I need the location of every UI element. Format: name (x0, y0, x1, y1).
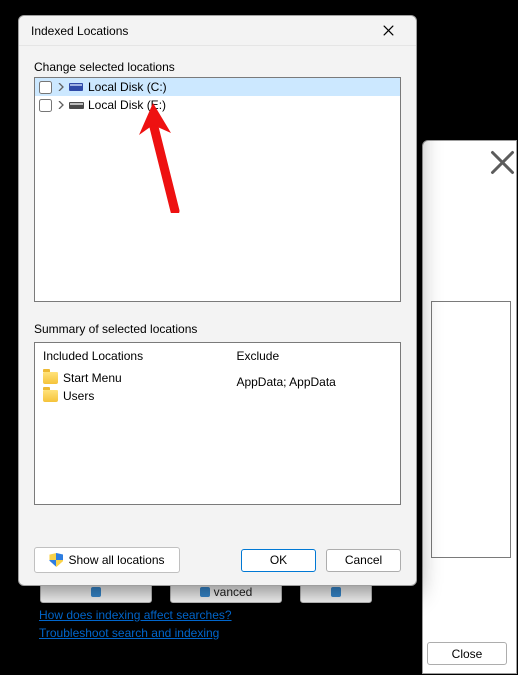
close-icon[interactable] (368, 17, 408, 45)
tree-label-c: Local Disk (C:) (88, 80, 167, 94)
list-item[interactable]: Users (43, 387, 220, 405)
shield-icon (91, 587, 101, 597)
dialog-title: Indexed Locations (31, 24, 368, 38)
included-item-1: Users (63, 389, 94, 403)
background-close-icon[interactable] (490, 150, 515, 175)
exclude-column: Exclude AppData; AppData (228, 343, 400, 504)
included-item-0: Start Menu (63, 371, 122, 385)
list-item[interactable]: Start Menu (43, 369, 220, 387)
titlebar: Indexed Locations (19, 16, 416, 46)
help-links: How does indexing affect searches? Troub… (39, 608, 232, 640)
exclude-header: Exclude (236, 349, 392, 363)
tree-label-e: Local Disk (E:) (88, 98, 166, 112)
dialog-footer: Show all locations OK Cancel (34, 535, 401, 573)
chevron-right-icon[interactable] (55, 100, 66, 111)
background-panel (431, 301, 511, 558)
shield-icon (200, 587, 210, 597)
exclude-value: AppData; AppData (236, 375, 392, 389)
background-close-label: Close (452, 647, 483, 661)
included-header: Included Locations (43, 349, 220, 363)
ok-label: OK (270, 553, 287, 567)
tree-row-c[interactable]: Local Disk (C:) (35, 78, 400, 96)
tree-row-e[interactable]: Local Disk (E:) (35, 96, 400, 114)
locations-tree[interactable]: Local Disk (C:) Local Disk (E:) (34, 77, 401, 302)
summary-box: Included Locations Start Menu Users Excl… (34, 342, 401, 505)
background-close-button[interactable]: Close (427, 642, 507, 665)
link-troubleshoot[interactable]: Troubleshoot search and indexing (39, 626, 232, 640)
cancel-button[interactable]: Cancel (326, 549, 401, 572)
show-all-label: Show all locations (68, 553, 164, 567)
show-all-locations-button[interactable]: Show all locations (34, 547, 180, 573)
included-column: Included Locations Start Menu Users (35, 343, 228, 504)
disk-icon (69, 81, 85, 93)
shield-icon (331, 587, 341, 597)
folder-icon (43, 372, 58, 384)
summary-label: Summary of selected locations (34, 322, 401, 336)
background-tab-2-label: vanced (214, 585, 253, 599)
ok-button[interactable]: OK (241, 549, 316, 572)
indexed-locations-dialog: Indexed Locations Change selected locati… (18, 15, 417, 586)
change-locations-label: Change selected locations (34, 60, 401, 74)
folder-icon (43, 390, 58, 402)
disk-icon (69, 99, 85, 111)
tree-checkbox-c[interactable] (39, 81, 52, 94)
link-indexing-affect[interactable]: How does indexing affect searches? (39, 608, 232, 622)
shield-icon (49, 553, 63, 567)
tree-checkbox-e[interactable] (39, 99, 52, 112)
cancel-label: Cancel (345, 553, 382, 567)
chevron-right-icon[interactable] (55, 82, 66, 93)
